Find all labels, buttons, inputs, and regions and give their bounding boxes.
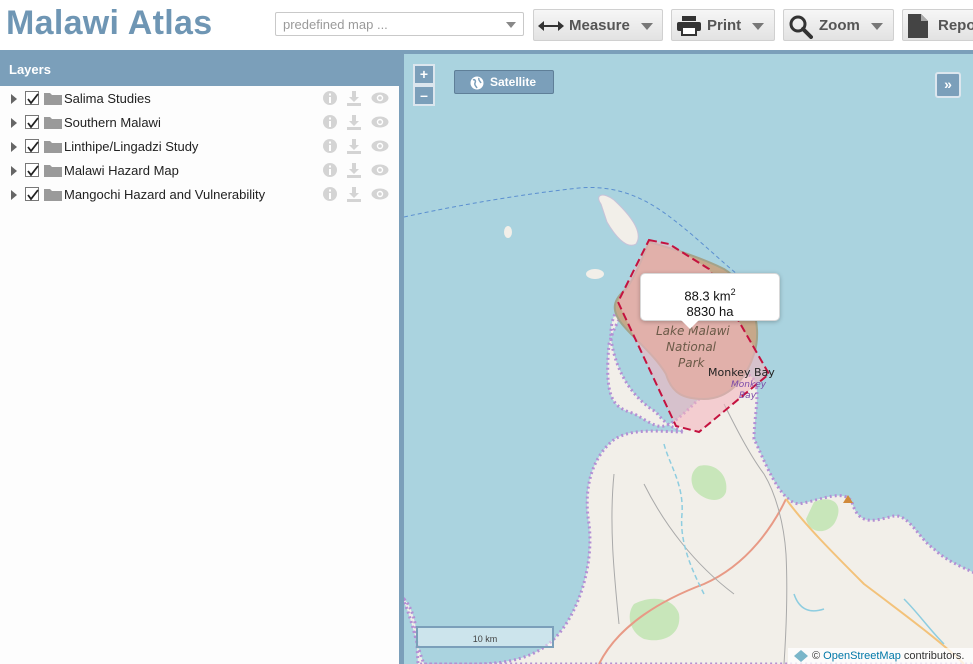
- zoom-out-button[interactable]: –: [413, 85, 435, 106]
- info-icon[interactable]: [322, 186, 338, 202]
- folder-icon: [44, 189, 62, 201]
- globe-icon: [470, 76, 484, 90]
- satellite-toggle-button[interactable]: Satellite: [454, 70, 554, 94]
- folder-icon: [44, 165, 62, 177]
- expand-arrow-icon[interactable]: [11, 190, 17, 200]
- chevron-down-icon: [506, 22, 516, 28]
- layers-panel-header: Layers: [0, 54, 399, 86]
- predefined-map-select[interactable]: predefined map ...: [275, 12, 524, 36]
- download-icon[interactable]: [346, 162, 362, 178]
- layers-panel-title: Layers: [9, 62, 51, 77]
- layer-checkbox[interactable]: [25, 187, 39, 201]
- info-icon[interactable]: [322, 114, 338, 130]
- layer-name: Salima Studies: [64, 91, 151, 106]
- layer-row-linthipe[interactable]: Linthipe/Lingadzi Study: [0, 135, 398, 159]
- park-label-line2: National: [666, 340, 717, 354]
- map-view[interactable]: Lake Malawi National Park Monkey Bay Mon…: [400, 54, 973, 664]
- tooltip-tail: [681, 320, 699, 329]
- chevron-down-icon: [871, 23, 883, 30]
- zoom-in-button[interactable]: +: [413, 64, 435, 85]
- checkmark-icon: [27, 117, 39, 129]
- zoom-label: Zoom: [819, 17, 860, 34]
- expand-arrow-icon[interactable]: [11, 166, 17, 176]
- eye-icon[interactable]: [371, 188, 389, 200]
- attribution-prefix: ©: [812, 650, 824, 662]
- layer-name: Malawi Hazard Map: [64, 163, 179, 178]
- download-icon[interactable]: [346, 90, 362, 106]
- eye-icon[interactable]: [371, 92, 389, 104]
- measure-button[interactable]: Measure: [533, 9, 663, 41]
- satellite-label: Satellite: [490, 75, 537, 89]
- openstreetmap-link[interactable]: OpenStreetMap: [823, 650, 901, 662]
- zoom-button[interactable]: Zoom: [783, 9, 894, 41]
- checkmark-icon: [27, 141, 39, 153]
- island: [504, 226, 512, 238]
- eye-icon[interactable]: [371, 116, 389, 128]
- measure-label: Measure: [569, 17, 630, 34]
- measure-area-exponent: 2: [730, 287, 736, 297]
- measure-area-km2: 88.3 km2: [684, 287, 736, 304]
- layer-row-salima[interactable]: Salima Studies: [0, 87, 398, 111]
- eye-icon[interactable]: [371, 140, 389, 152]
- print-button[interactable]: Print: [671, 9, 775, 41]
- expand-arrow-icon[interactable]: [11, 118, 17, 128]
- download-icon[interactable]: [346, 186, 362, 202]
- layer-checkbox[interactable]: [25, 115, 39, 129]
- report-button[interactable]: Repo: [902, 9, 973, 41]
- download-icon[interactable]: [346, 138, 362, 154]
- magnifier-icon: [789, 15, 813, 39]
- checkmark-icon: [27, 165, 39, 177]
- map-attribution: © OpenStreetMap contributors.: [788, 648, 973, 664]
- measure-arrows-icon: [538, 21, 564, 31]
- info-icon[interactable]: [322, 90, 338, 106]
- folder-icon: [44, 141, 62, 153]
- checkmark-icon: [27, 189, 39, 201]
- app-title: Malawi Atlas: [6, 4, 213, 42]
- document-icon: [908, 14, 928, 38]
- layer-name: Linthipe/Lingadzi Study: [64, 139, 199, 154]
- park-label-line3: Park: [678, 356, 705, 370]
- layer-row-southern-malawi[interactable]: Southern Malawi: [0, 111, 398, 135]
- info-icon[interactable]: [322, 138, 338, 154]
- report-label: Repo: [938, 17, 973, 34]
- expand-arrow-icon[interactable]: [11, 94, 17, 104]
- island: [598, 194, 639, 246]
- chevron-down-icon: [641, 23, 653, 30]
- monkey-bay-label: Monkey Bay: [708, 366, 775, 379]
- print-label: Print: [707, 17, 742, 34]
- layer-checkbox[interactable]: [25, 163, 39, 177]
- predefined-map-placeholder: predefined map ...: [283, 17, 388, 32]
- info-icon[interactable]: [322, 162, 338, 178]
- chevron-down-icon: [752, 23, 764, 30]
- scale-bar: 10 km: [416, 626, 554, 648]
- attribution-suffix: contributors.: [900, 650, 965, 662]
- folder-icon: [44, 117, 62, 129]
- layers-panel: Layers Salima Studies Southern Malawi Li…: [0, 54, 400, 664]
- layer-checkbox[interactable]: [25, 139, 39, 153]
- app-header: Malawi Atlas predefined map ... Measure …: [0, 0, 973, 50]
- measure-area-ha: 8830 ha: [686, 304, 734, 320]
- folder-icon: [44, 93, 62, 105]
- leaflet-logo-icon: [794, 650, 808, 662]
- expand-arrow-icon[interactable]: [11, 142, 17, 152]
- island: [586, 269, 604, 279]
- printer-icon: [677, 16, 701, 36]
- checkmark-icon: [27, 93, 39, 105]
- eye-icon[interactable]: [371, 164, 389, 176]
- layer-row-hazard-map[interactable]: Malawi Hazard Map: [0, 159, 398, 183]
- layer-row-mangochi[interactable]: Mangochi Hazard and Vulnerability: [0, 183, 398, 207]
- expand-panel-button[interactable]: »: [935, 72, 961, 98]
- measure-result-tooltip: 88.3 km2 8830 ha: [640, 273, 780, 329]
- monkey-bay-small-label-2: Bay: [739, 391, 757, 401]
- download-icon[interactable]: [346, 114, 362, 130]
- layer-name: Southern Malawi: [64, 115, 161, 130]
- monkey-bay-small-label: Monkey: [731, 380, 767, 390]
- scale-label: 10 km: [472, 634, 498, 644]
- layer-name: Mangochi Hazard and Vulnerability: [64, 187, 266, 202]
- layer-checkbox[interactable]: [25, 91, 39, 105]
